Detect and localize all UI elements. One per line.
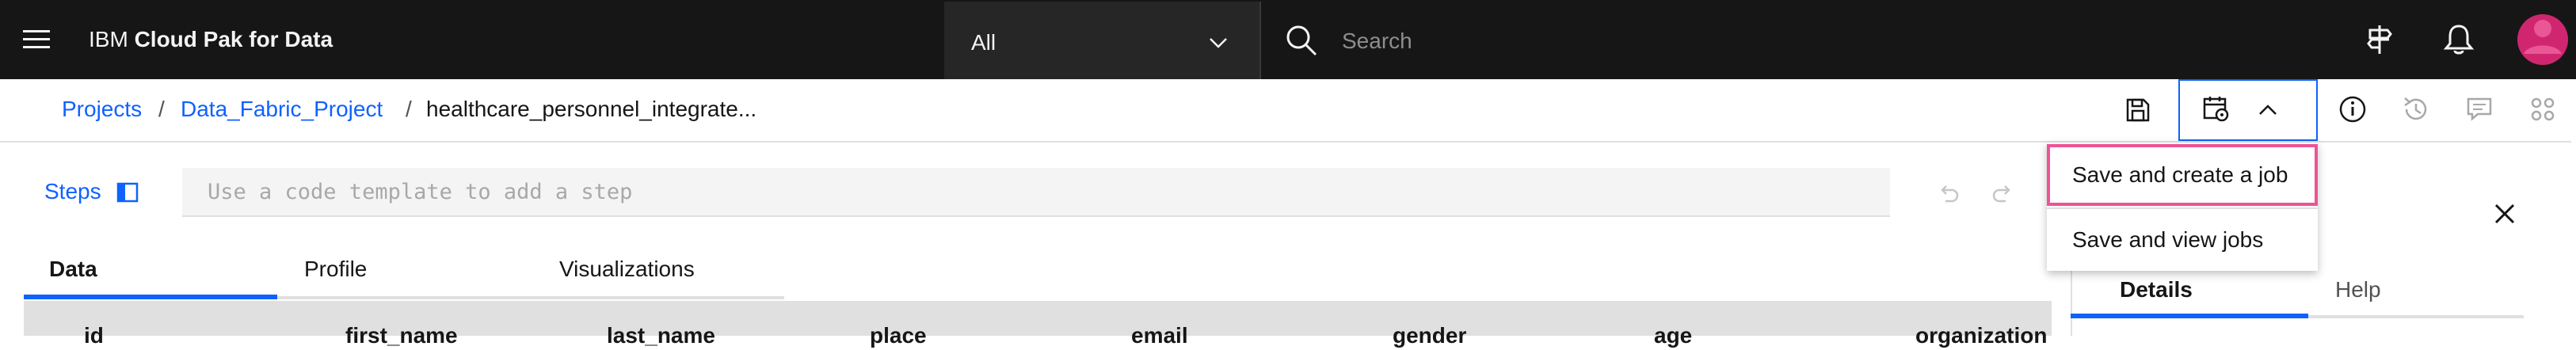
search-input[interactable]: Search — [1342, 27, 1412, 55]
menu-item-save-and-view-jobs[interactable]: Save and view jobs — [2047, 207, 2318, 269]
signpost-icon[interactable] — [2362, 22, 2397, 57]
panel-tab-help[interactable]: Help — [2335, 276, 2381, 304]
menu-item-save-and-create-job[interactable]: Save and create a job — [2047, 144, 2318, 206]
column-header-first-name[interactable]: first_name — [345, 321, 458, 350]
product-name[interactable]: IBM Cloud Pak for Data — [89, 25, 333, 54]
column-header-place[interactable]: place — [870, 321, 927, 350]
tab-visualizations[interactable]: Visualizations — [559, 255, 695, 283]
column-header-last-name[interactable]: last_name — [607, 321, 715, 350]
menu-button[interactable] — [0, 0, 73, 79]
info-icon[interactable] — [2337, 93, 2368, 125]
steps-toggle[interactable]: Steps — [44, 177, 101, 206]
window-edge — [2571, 79, 2576, 336]
scope-dropdown-value: All — [971, 30, 996, 55]
panel-tab-details-indicator — [2071, 314, 2308, 318]
save-icon[interactable] — [2124, 97, 2151, 124]
undo-icon — [1941, 185, 1959, 203]
chat-icon — [2467, 97, 2492, 121]
breadcrumb-project[interactable]: Data_Fabric_Project — [181, 95, 383, 124]
chevron-down-icon — [1210, 38, 1227, 48]
redo-icon — [1992, 185, 2010, 203]
breadcrumb-current-asset: healthcare_personnel_integrate... — [426, 97, 757, 121]
save-job-menu-button[interactable] — [2178, 79, 2318, 141]
calendar-settings-icon — [2203, 97, 2229, 122]
chevron-up-icon — [2259, 105, 2277, 115]
brand-name: Cloud Pak for Data — [134, 27, 333, 51]
apps-icon — [2531, 97, 2555, 121]
tab-data-indicator — [24, 295, 277, 299]
user-avatar[interactable] — [2511, 5, 2571, 74]
bell-icon[interactable] — [2441, 22, 2476, 57]
hamburger-icon — [23, 30, 50, 48]
code-template-input[interactable] — [182, 168, 1890, 217]
tab-profile[interactable]: Profile — [304, 255, 367, 283]
brand-prefix: IBM — [89, 27, 135, 51]
breadcrumb-separator: / — [406, 97, 412, 121]
column-header-gender[interactable]: gender — [1393, 321, 1466, 350]
panel-tab-details[interactable]: Details — [2120, 276, 2193, 304]
close-icon[interactable] — [2489, 198, 2521, 230]
tab-data[interactable]: Data — [49, 255, 97, 283]
side-panel-open-icon[interactable] — [116, 181, 139, 204]
global-search[interactable] — [1259, 2, 2346, 79]
breadcrumb-projects[interactable]: Projects — [62, 95, 142, 124]
table-header — [24, 301, 2052, 336]
column-header-age[interactable]: age — [1654, 321, 1692, 350]
column-header-organization[interactable]: organization — [1915, 321, 2047, 350]
history-icon — [2404, 97, 2427, 120]
column-header-id[interactable]: id — [84, 321, 104, 350]
search-icon — [1286, 25, 1317, 56]
column-header-email[interactable]: email — [1131, 321, 1188, 350]
breadcrumb-separator: / — [158, 97, 165, 121]
